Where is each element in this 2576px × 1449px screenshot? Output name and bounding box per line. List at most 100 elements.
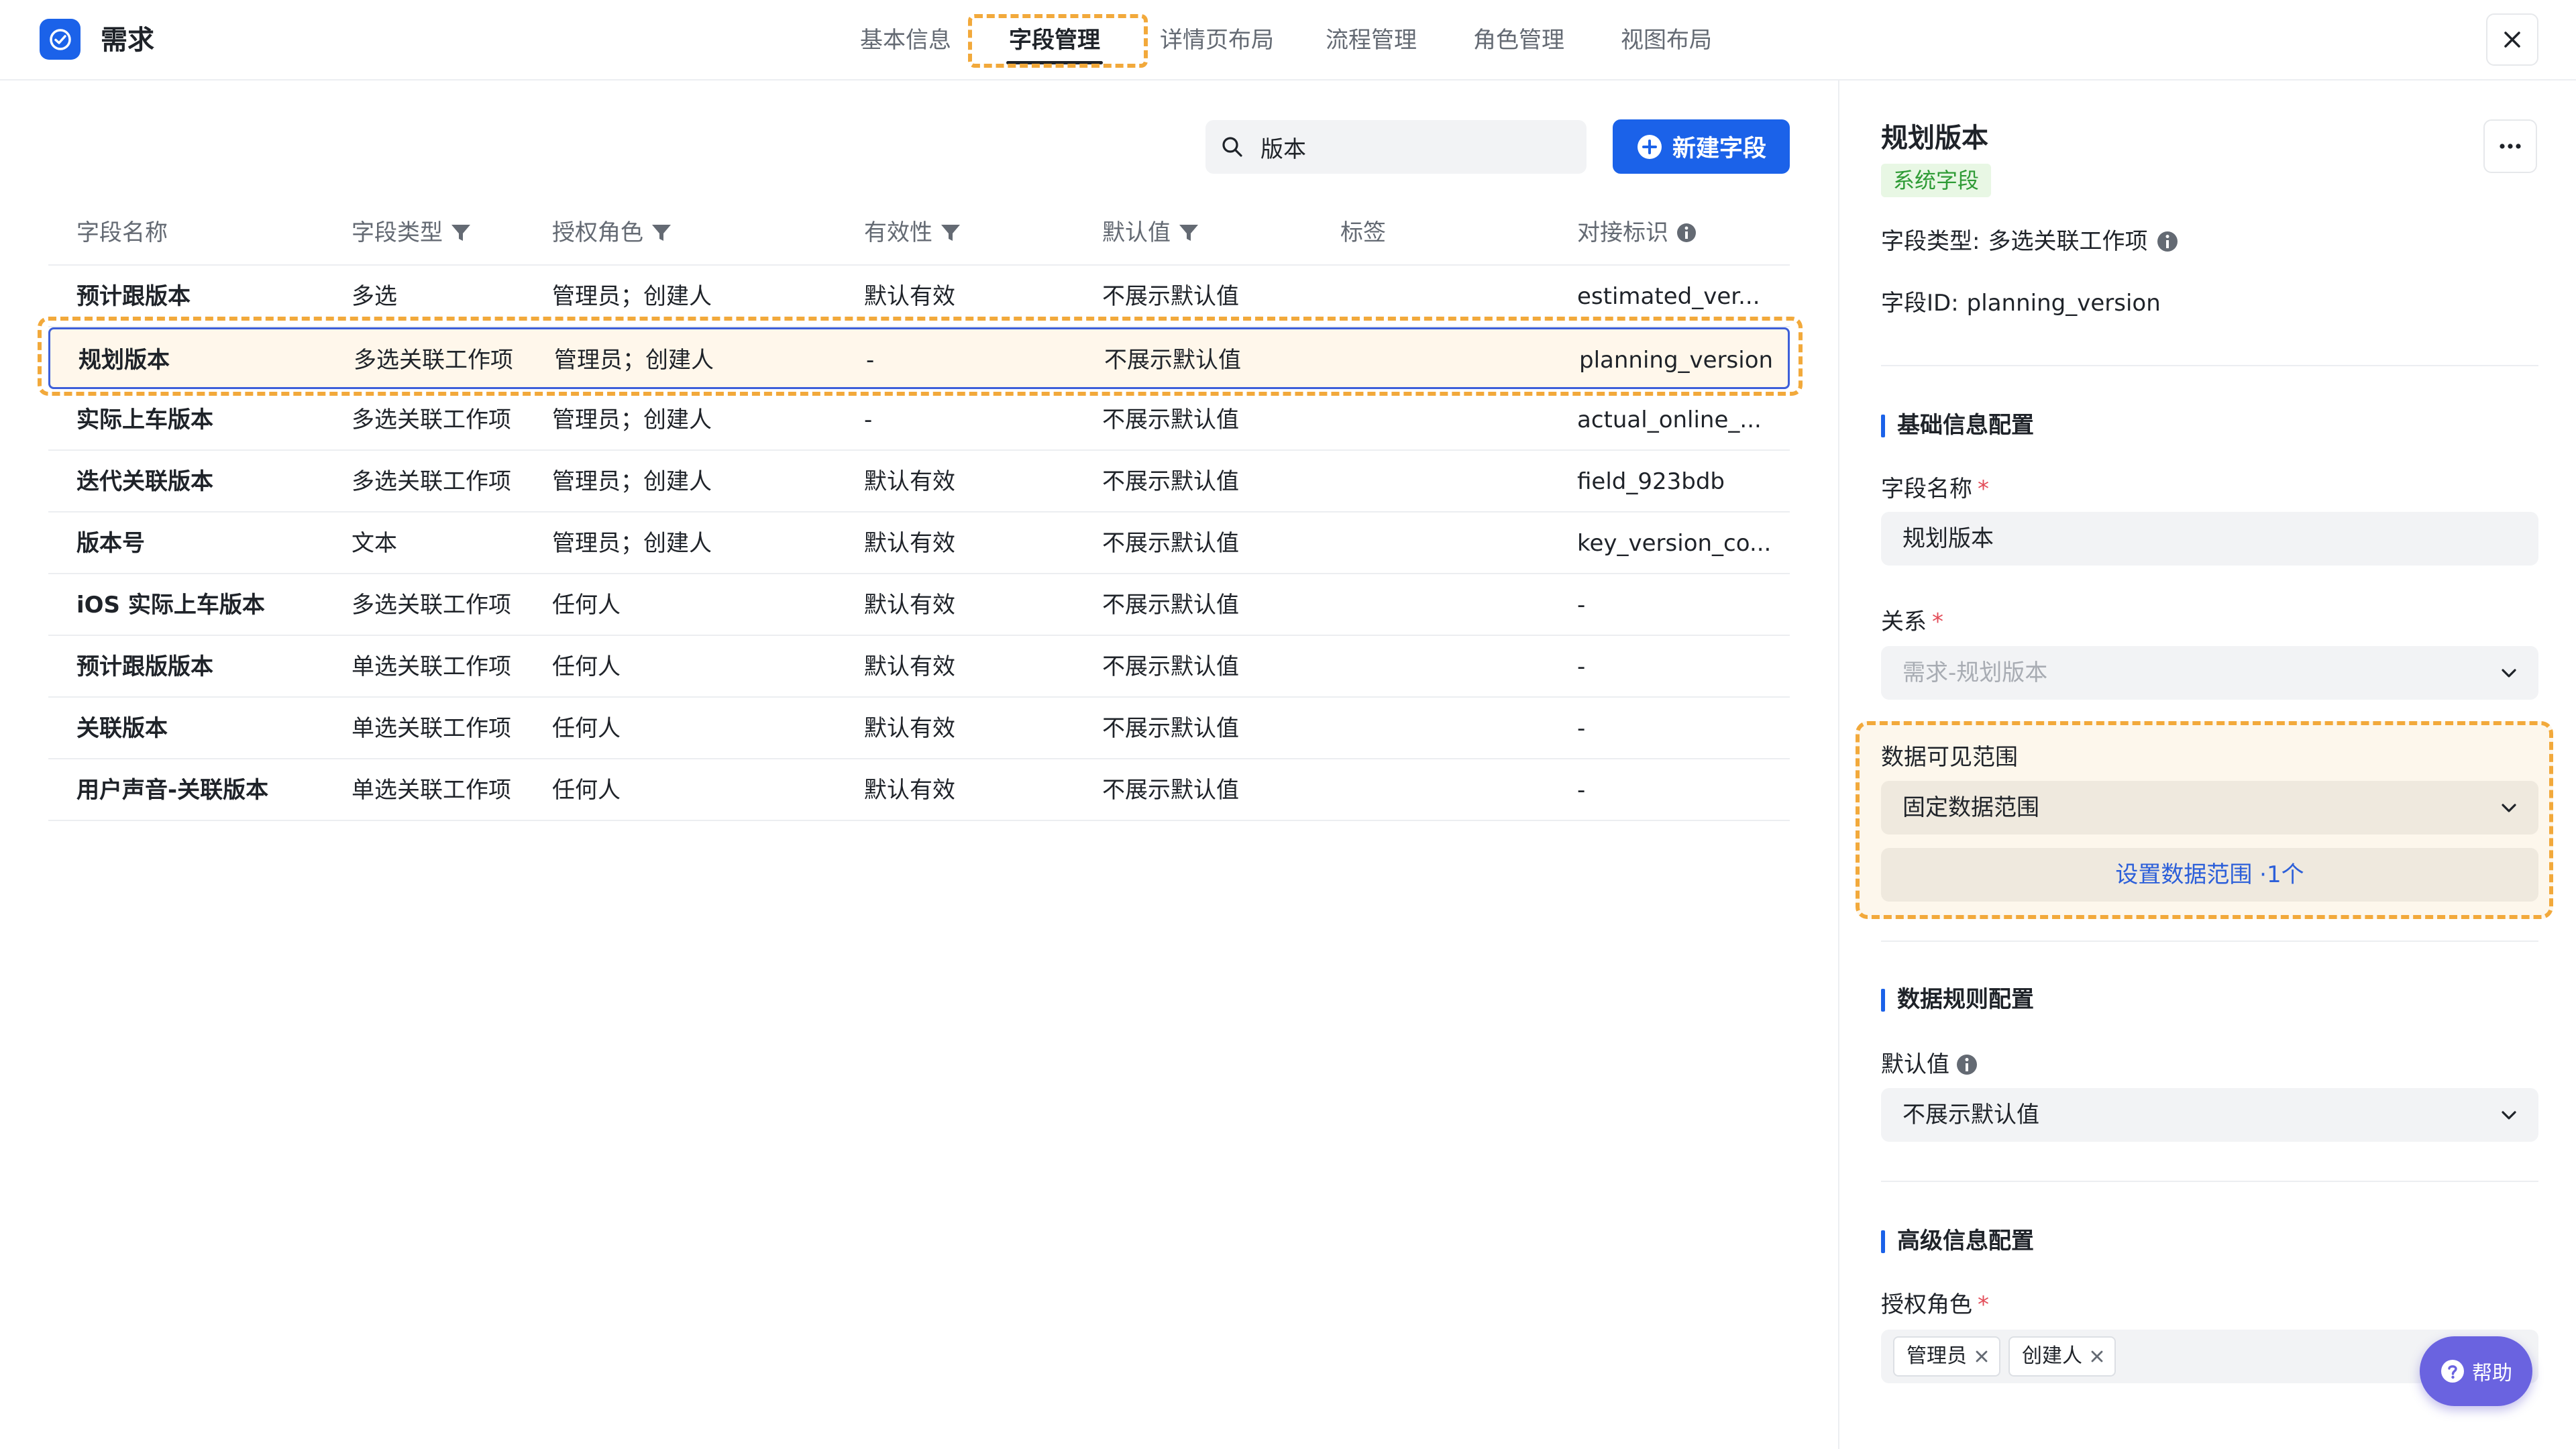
table-row[interactable]: iOS 实际上车版本 多选关联工作项 任何人 默认有效 不展示默认值 - [48,574,1790,636]
new-field-label: 新建字段 [1672,136,1766,162]
header-type: 字段类型 [352,200,553,266]
relation-select[interactable]: 需求-规划版本 [1881,646,2538,700]
cell-type: 文本 [352,530,397,557]
app-logo-icon [40,19,80,60]
cell-default: 不展示默认值 [1102,407,1239,433]
cell-key: - [1577,653,1586,680]
cell-role: 管理员；创建人 [552,283,712,310]
cell-tag [1340,698,1542,759]
search-input[interactable] [1260,120,1569,174]
role-tag: 创建人 [2008,1336,2116,1377]
filter-icon[interactable] [449,221,472,244]
header-key: 对接标识 [1577,200,1778,266]
tab-workflow[interactable]: 流程管理 [1297,13,1445,67]
help-button[interactable]: 帮助 [2420,1336,2532,1406]
cell-tag [1340,574,1542,636]
tab-role-management[interactable]: 角色管理 [1445,13,1593,67]
default-label: 默认值 [1881,1048,1979,1081]
info-icon[interactable] [1675,221,1698,244]
info-icon[interactable] [1955,1053,1979,1077]
cell-key: field_923bdb [1577,468,1725,495]
cell-type: 多选关联工作项 [352,468,511,495]
cell-name: iOS 实际上车版本 [76,592,265,619]
role-tag: 管理员 [1893,1336,2000,1377]
cell-type: 多选关联工作项 [354,347,513,374]
cell-validity: 默认有效 [864,592,955,619]
cell-type: 多选关联工作项 [352,407,511,433]
cell-key: - [1577,592,1586,619]
cell-key: key_version_co... [1577,530,1772,557]
scope-select[interactable]: 固定数据范围 [1881,781,2538,835]
table-row[interactable]: 迭代关联版本 多选关联工作项 管理员；创建人 默认有效 不展示默认值 field… [48,451,1790,513]
cell-type: 多选关联工作项 [352,592,511,619]
tab-view-layout[interactable]: 视图布局 [1593,13,1740,67]
tab-field-management[interactable]: 字段管理 [973,13,1136,67]
cell-key: actual_online_... [1577,407,1762,433]
table-row[interactable]: 用户声音-关联版本 单选关联工作项 任何人 默认有效 不展示默认值 - [48,759,1790,821]
cell-key: planning_version [1579,347,1774,374]
cell-default: 不展示默认值 [1102,653,1239,680]
filter-icon[interactable] [939,221,962,244]
chevron-down-icon [2502,1111,2516,1120]
search-box[interactable] [1205,120,1587,174]
default-select[interactable]: 不展示默认值 [1881,1088,2538,1142]
cell-name: 预计跟版本 [76,283,191,310]
filter-icon[interactable] [650,221,673,244]
header-default: 默认值 [1102,200,1324,266]
cell-default: 不展示默认值 [1102,777,1239,804]
cell-default: 不展示默认值 [1104,347,1241,374]
cell-validity: 默认有效 [864,530,955,557]
panel-title: 规划版本 [1881,123,1988,154]
field-name-input[interactable]: 规划版本 [1881,512,2538,566]
cell-tag [1340,513,1542,574]
table-row[interactable]: 版本号 文本 管理员；创建人 默认有效 不展示默认值 key_version_c… [48,513,1790,574]
table-row[interactable]: 预计跟版版本 单选关联工作项 任何人 默认有效 不展示默认值 - [48,636,1790,698]
chevron-down-icon [2502,804,2516,812]
more-button[interactable] [2483,119,2537,173]
cell-default: 不展示默认值 [1102,283,1239,310]
field-table: 字段名称 字段类型 授权角色 有效性 默认值 标签 对接标识 预计跟版本 多选 … [48,200,1790,821]
table-row-selected[interactable]: 规划版本 多选关联工作项 管理员；创建人 - 不展示默认值 planning_v… [48,327,1790,389]
cell-type: 多选 [352,283,397,310]
cell-role: 任何人 [552,777,621,804]
field-type-meta: 字段类型: 多选关联工作项 [1881,224,2180,259]
search-icon [1222,137,1242,157]
tab-basic-info[interactable]: 基本信息 [839,13,973,67]
header-name: 字段名称 [76,219,168,246]
top-header: 需求 基本信息 字段管理 详情页布局 流程管理 角色管理 视图布局 [0,0,2576,80]
header-role: 授权角色 [552,200,834,266]
new-field-button[interactable]: 新建字段 [1613,119,1790,174]
divider [1881,1181,2538,1182]
cell-key: - [1577,715,1586,742]
table-row[interactable]: 关联版本 单选关联工作项 任何人 默认有效 不展示默认值 - [48,698,1790,759]
cell-name: 预计跟版版本 [76,653,213,680]
cell-type: 单选关联工作项 [352,653,511,680]
cell-name: 实际上车版本 [76,407,213,433]
more-icon [2500,144,2521,149]
cell-name: 用户声音-关联版本 [76,777,269,804]
divider [1881,365,2538,366]
remove-tag-icon[interactable] [1974,1348,1990,1364]
cell-validity: - [864,407,873,433]
set-scope-button[interactable]: 设置数据范围 ·1个 [1881,848,2538,902]
table-row[interactable]: 实际上车版本 多选关联工作项 管理员；创建人 - 不展示默认值 actual_o… [48,389,1790,451]
cell-type: 单选关联工作项 [352,715,511,742]
cell-role: 管理员；创建人 [552,468,712,495]
info-icon[interactable] [2155,229,2180,254]
system-field-badge: 系统字段 [1881,164,1992,197]
cell-name: 规划版本 [78,347,170,374]
cell-validity: 默认有效 [864,777,955,804]
rule-section-title: 数据规则配置 [1881,982,2034,1017]
tab-detail-layout[interactable]: 详情页布局 [1136,13,1297,67]
filter-icon[interactable] [1177,221,1200,244]
scope-label: 数据可见范围 [1881,744,2018,771]
config-tabs: 基本信息 字段管理 详情页布局 流程管理 角色管理 视图布局 [839,13,1740,67]
table-row[interactable]: 预计跟版本 多选 管理员；创建人 默认有效 不展示默认值 estimated_v… [48,266,1790,327]
cell-default: 不展示默认值 [1102,530,1239,557]
basic-section-title: 基础信息配置 [1881,408,2034,443]
remove-tag-icon[interactable] [2089,1348,2105,1364]
close-button[interactable] [2486,13,2538,66]
header-validity: 有效性 [864,200,1065,266]
chevron-down-icon [2502,669,2516,678]
divider [1881,941,2538,942]
